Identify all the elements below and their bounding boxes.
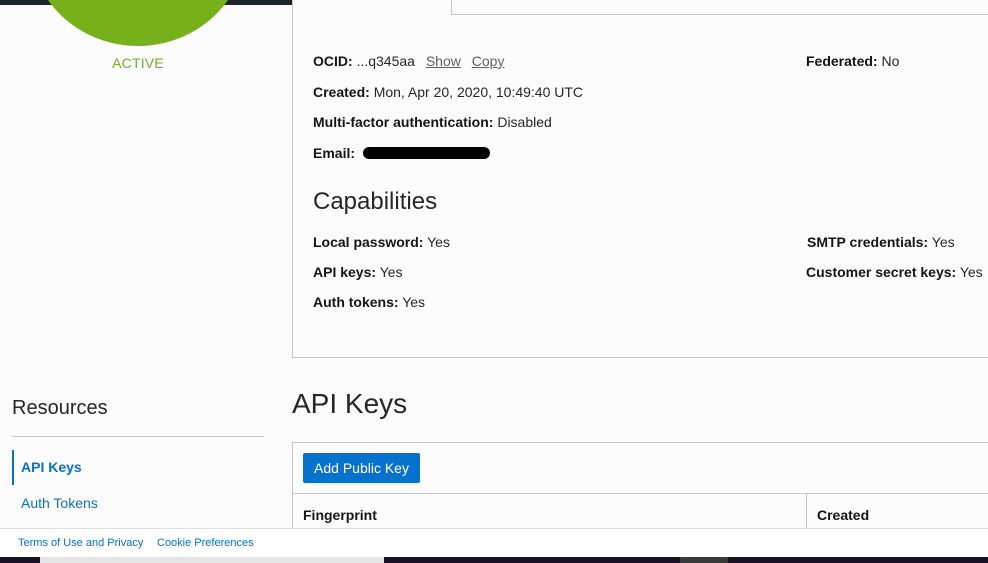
taskbar-segment bbox=[40, 557, 384, 563]
federated-value: No bbox=[881, 53, 900, 69]
api-keys-capability-value: Yes bbox=[379, 264, 403, 280]
ocid-row: OCID: ...q345aa Show Copy bbox=[313, 53, 504, 69]
smtp-row: SMTP credentials: Yes bbox=[807, 234, 955, 250]
email-redaction bbox=[362, 146, 490, 159]
federated-label: Federated: bbox=[806, 53, 878, 69]
email-label: Email: bbox=[313, 145, 356, 161]
api-keys-capability-label: API keys: bbox=[313, 264, 377, 280]
auth-tokens-capability-label: Auth tokens: bbox=[313, 294, 399, 310]
ocid-label: OCID: bbox=[313, 53, 353, 69]
add-public-key-button[interactable]: Add Public Key bbox=[303, 453, 420, 483]
ocid-copy-link[interactable]: Copy bbox=[472, 53, 505, 69]
ocid-value: ...q345aa bbox=[356, 53, 415, 69]
api-keys-title: API Keys bbox=[292, 388, 408, 419]
terms-link[interactable]: Terms of Use and Privacy bbox=[18, 537, 143, 549]
column-header-fingerprint[interactable]: Fingerprint bbox=[303, 507, 377, 523]
local-password-value: Yes bbox=[427, 234, 450, 250]
capabilities-title: Capabilities bbox=[313, 188, 438, 215]
details-tab-strip bbox=[451, 0, 988, 15]
local-password-label: Local password: bbox=[313, 234, 424, 250]
smtp-value: Yes bbox=[931, 234, 955, 250]
auth-tokens-capability-value: Yes bbox=[402, 294, 426, 310]
customer-secret-value: Yes bbox=[959, 264, 983, 280]
api-keys-table-header: Fingerprint Created bbox=[292, 493, 988, 534]
email-row: Email: bbox=[313, 145, 490, 161]
customer-secret-label: Customer secret keys: bbox=[806, 264, 957, 280]
cookie-preferences-link[interactable]: Cookie Preferences bbox=[157, 537, 254, 549]
sidebar-item-api-keys[interactable]: API Keys bbox=[12, 450, 82, 485]
smtp-label: SMTP credentials: bbox=[807, 234, 929, 250]
resources-divider bbox=[12, 436, 264, 437]
created-label: Created: bbox=[313, 84, 370, 100]
status-badge: ACTIVE bbox=[112, 55, 164, 71]
local-password-row: Local password: Yes bbox=[313, 234, 450, 250]
federated-row: Federated: No bbox=[806, 53, 899, 69]
ocid-show-link[interactable]: Show bbox=[426, 53, 461, 69]
mfa-label: Multi-factor authentication: bbox=[313, 114, 494, 130]
page-footer: Terms of Use and Privacy Cookie Preferen… bbox=[0, 528, 988, 557]
column-header-created[interactable]: Created bbox=[817, 507, 869, 523]
auth-tokens-capability-row: Auth tokens: Yes bbox=[313, 294, 425, 310]
user-avatar bbox=[30, 0, 246, 46]
taskbar-strip bbox=[0, 557, 988, 563]
sidebar-item-auth-tokens[interactable]: Auth Tokens bbox=[12, 495, 98, 511]
customer-secret-row: Customer secret keys: Yes bbox=[806, 264, 983, 280]
mfa-row: Multi-factor authentication: Disabled bbox=[313, 114, 552, 130]
created-row: Created: Mon, Apr 20, 2020, 10:49:40 UTC bbox=[313, 84, 583, 100]
mfa-value: Disabled bbox=[497, 114, 552, 130]
taskbar-segment bbox=[680, 557, 728, 563]
created-value: Mon, Apr 20, 2020, 10:49:40 UTC bbox=[373, 84, 584, 100]
resources-title: Resources bbox=[12, 397, 108, 419]
api-keys-capability-row: API keys: Yes bbox=[313, 264, 403, 280]
